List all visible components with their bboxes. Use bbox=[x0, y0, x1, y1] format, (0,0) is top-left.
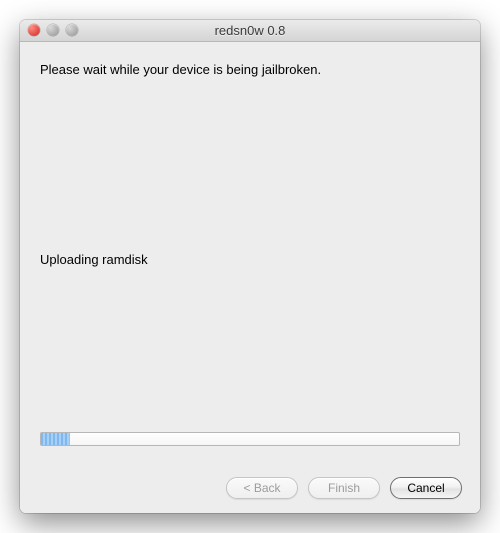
progress-track bbox=[40, 432, 460, 446]
back-button: < Back bbox=[226, 477, 298, 499]
button-row: < Back Finish Cancel bbox=[226, 477, 462, 499]
zoom-icon bbox=[66, 24, 78, 36]
instruction-text: Please wait while your device is being j… bbox=[40, 62, 460, 77]
content-area: Please wait while your device is being j… bbox=[20, 42, 480, 513]
app-window: redsn0w 0.8 Please wait while your devic… bbox=[20, 20, 480, 513]
close-icon[interactable] bbox=[28, 24, 40, 36]
titlebar: redsn0w 0.8 bbox=[20, 20, 480, 42]
progress-bar bbox=[40, 432, 460, 446]
status-text: Uploading ramdisk bbox=[40, 252, 148, 267]
finish-button: Finish bbox=[308, 477, 380, 499]
cancel-button[interactable]: Cancel bbox=[390, 477, 462, 499]
minimize-icon bbox=[47, 24, 59, 36]
window-title: redsn0w 0.8 bbox=[20, 23, 480, 38]
progress-fill bbox=[41, 433, 70, 445]
window-controls bbox=[28, 24, 78, 36]
